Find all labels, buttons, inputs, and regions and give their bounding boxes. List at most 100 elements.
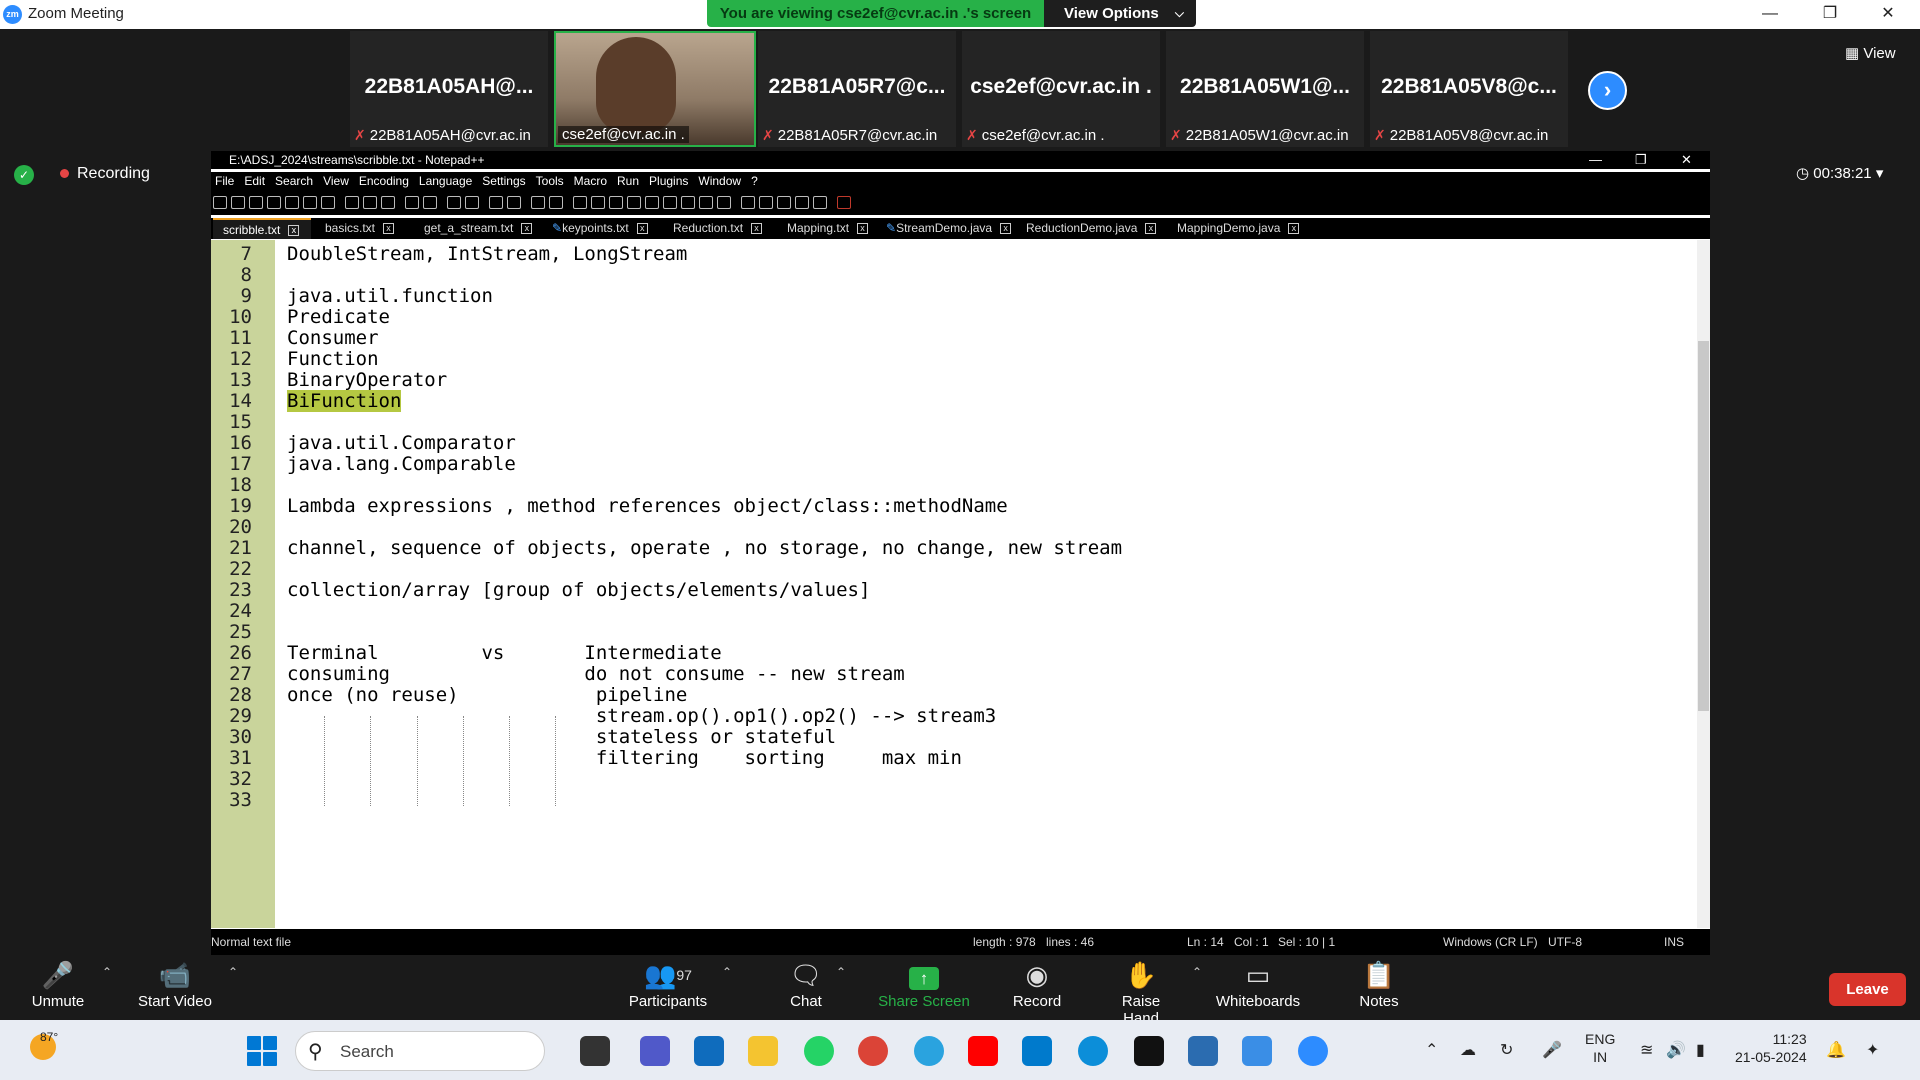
notes-button[interactable]: 📋 Notes — [1358, 955, 1400, 1020]
print-icon[interactable] — [321, 196, 335, 209]
cut-icon[interactable] — [345, 196, 359, 209]
share-screen-button[interactable]: ↑ Share Screen — [878, 955, 970, 1020]
minimize-button[interactable]: — — [1750, 2, 1790, 26]
chevron-up-icon[interactable]: ⌃ — [102, 965, 112, 979]
close-tab-icon[interactable]: x — [1288, 223, 1300, 235]
close-tab-icon[interactable]: x — [751, 223, 763, 235]
chevron-up-icon[interactable]: ⌃ — [1425, 1040, 1438, 1060]
task-view-icon[interactable] — [580, 1036, 610, 1066]
indent-guide-icon[interactable] — [609, 196, 623, 209]
find-icon[interactable] — [447, 196, 461, 209]
teams-icon[interactable] — [640, 1036, 670, 1066]
participant-tile[interactable]: 22B81A05AH@... ✗ 22B81A05AH@cvr.ac.in — [350, 31, 548, 147]
doc-list-icon[interactable] — [663, 196, 677, 209]
raise-hand-button[interactable]: ✋ Raise Hand ⌃ — [1102, 955, 1202, 1027]
close-tab-icon[interactable]: x — [521, 223, 533, 235]
taskbar-search-box[interactable]: ⚲ Search — [295, 1031, 545, 1071]
tab-scribble[interactable]: scribble.txt x — [213, 218, 311, 239]
replace-icon[interactable] — [465, 196, 479, 209]
whiteboards-button[interactable]: ▭ Whiteboards — [1214, 955, 1302, 1020]
menu-window[interactable]: Window — [698, 174, 741, 188]
open-file-icon[interactable] — [231, 196, 245, 209]
tab-basics[interactable]: basics.txt x — [315, 218, 411, 239]
battery-icon[interactable]: ▮ — [1696, 1040, 1705, 1060]
doc-map-icon[interactable] — [645, 196, 659, 209]
menu-macro[interactable]: Macro — [574, 174, 607, 188]
participant-tile[interactable]: cse2ef@cvr.ac.in . ✗ cse2ef@cvr.ac.in . — [962, 31, 1160, 147]
chevron-up-icon[interactable]: ⌃ — [228, 965, 238, 979]
language-indicator[interactable]: ENG IN — [1585, 1030, 1615, 1066]
sticky-notes-icon[interactable] — [1134, 1036, 1164, 1066]
youtube-icon[interactable] — [968, 1036, 998, 1066]
copy-icon[interactable] — [363, 196, 377, 209]
npp-restore-button[interactable]: ❐ — [1635, 151, 1647, 169]
spell-check-icon[interactable] — [837, 196, 851, 209]
sync-icon[interactable]: ↻ — [1500, 1040, 1513, 1060]
function-list-icon[interactable] — [681, 196, 695, 209]
menu-view[interactable]: View — [323, 174, 349, 188]
record-button[interactable]: ◉ Record — [1010, 955, 1064, 1020]
menu-language[interactable]: Language — [419, 174, 472, 188]
monitoring-icon[interactable] — [717, 196, 731, 209]
view-options-button[interactable]: View Options ⌵ — [1044, 0, 1196, 27]
menu-encoding[interactable]: Encoding — [359, 174, 409, 188]
menu-tools[interactable]: Tools — [536, 174, 564, 188]
text-editor-area[interactable]: DoubleStream, IntStream, LongStream java… — [275, 240, 1697, 928]
tab-mapping[interactable]: Mapping.txt x — [777, 218, 875, 239]
scrollbar-thumb[interactable] — [1698, 341, 1709, 711]
zoom-out-icon[interactable] — [507, 196, 521, 209]
close-tab-icon[interactable]: x — [636, 223, 648, 235]
windows-start-icon[interactable] — [247, 1036, 277, 1066]
restore-button[interactable]: ❐ — [1810, 2, 1850, 26]
tab-get-a-stream[interactable]: get_a_stream.txt x — [414, 218, 542, 239]
leave-button[interactable]: Leave — [1829, 973, 1906, 1006]
menu-edit[interactable]: Edit — [244, 174, 265, 188]
close-tab-icon[interactable]: x — [288, 225, 300, 237]
photos-icon[interactable] — [1242, 1036, 1272, 1066]
tab-mappingdemo[interactable]: MappingDemo.java x — [1167, 218, 1309, 239]
file-explorer-icon[interactable] — [748, 1036, 778, 1066]
meeting-timer[interactable]: ◷ 00:38:21 ▾ — [1796, 164, 1883, 182]
edge-icon[interactable] — [1078, 1036, 1108, 1066]
unmute-button[interactable]: 🎤 Unmute ⌃ — [26, 955, 112, 1020]
npp-close-button[interactable]: ✕ — [1681, 151, 1692, 169]
close-tab-icon[interactable]: x — [1000, 223, 1012, 235]
tab-reductiondemo[interactable]: ReductionDemo.java x — [1016, 218, 1162, 239]
wifi-icon[interactable]: ≊ — [1640, 1040, 1653, 1060]
zoom-app-icon[interactable] — [1298, 1036, 1328, 1066]
menu-settings[interactable]: Settings — [482, 174, 525, 188]
word-wrap-icon[interactable] — [573, 196, 587, 209]
close-window-button[interactable]: ✕ — [1868, 2, 1908, 26]
save-all-icon[interactable] — [267, 196, 281, 209]
new-file-icon[interactable] — [213, 196, 227, 209]
close-file-icon[interactable] — [285, 196, 299, 209]
tab-reduction[interactable]: Reduction.txt x — [663, 218, 773, 239]
tab-keypoints[interactable]: ✎keypoints.txt x — [542, 218, 659, 239]
chevron-up-icon[interactable]: ⌃ — [1192, 965, 1202, 979]
notepad-icon[interactable] — [1188, 1036, 1218, 1066]
folder-workspace-icon[interactable] — [699, 196, 713, 209]
sync-scroll-h-icon[interactable] — [549, 196, 563, 209]
menu-search[interactable]: Search — [275, 174, 313, 188]
store-icon[interactable] — [694, 1036, 724, 1066]
telegram-icon[interactable] — [914, 1036, 944, 1066]
copilot-icon[interactable]: ✦ — [1866, 1040, 1879, 1060]
menu-run[interactable]: Run — [617, 174, 639, 188]
chevron-up-icon[interactable]: ⌃ — [836, 965, 846, 979]
security-shield-icon[interactable]: ✓ — [14, 165, 34, 185]
play-macro-icon[interactable] — [777, 196, 791, 209]
participants-button[interactable]: 👥97 Participants ⌃ — [626, 955, 732, 1020]
close-tab-icon[interactable]: x — [1145, 223, 1157, 235]
close-tab-icon[interactable]: x — [383, 223, 395, 235]
microphone-icon[interactable]: 🎤 — [1542, 1040, 1562, 1060]
view-button[interactable]: ▦ View — [1845, 44, 1896, 62]
stop-macro-icon[interactable] — [759, 196, 773, 209]
menu-plugins[interactable]: Plugins — [649, 174, 688, 188]
participant-tile[interactable]: 22B81A05V8@c... ✗ 22B81A05V8@cvr.ac.in — [1370, 31, 1568, 147]
onedrive-icon[interactable]: ☁ — [1460, 1040, 1476, 1060]
save-macro-icon[interactable] — [813, 196, 827, 209]
redo-icon[interactable] — [423, 196, 437, 209]
paste-icon[interactable] — [381, 196, 395, 209]
chat-button[interactable]: 🗨 Chat ⌃ — [788, 955, 846, 1020]
close-tab-icon[interactable]: x — [857, 223, 869, 235]
